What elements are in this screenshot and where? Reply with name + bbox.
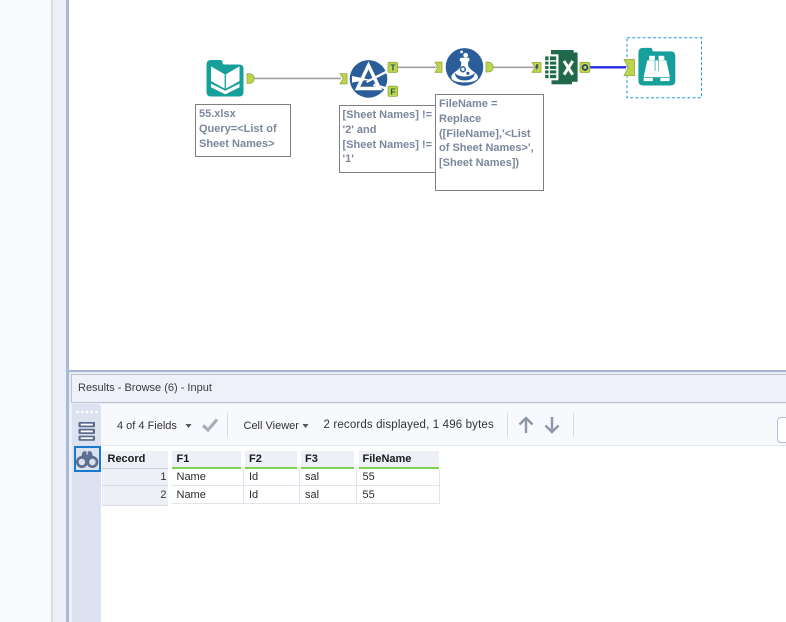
svg-text:T: T bbox=[390, 63, 396, 73]
svg-text:F: F bbox=[390, 87, 395, 97]
